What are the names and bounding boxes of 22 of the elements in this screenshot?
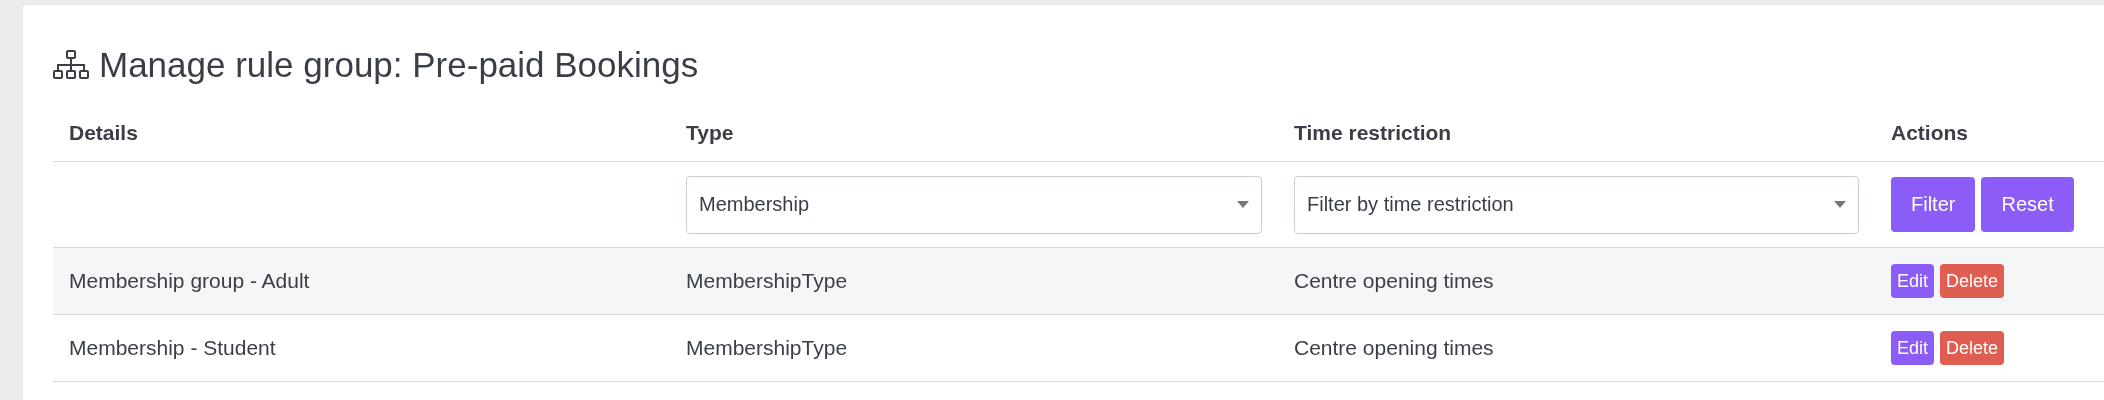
- edit-button[interactable]: Edit: [1891, 264, 1935, 298]
- table-cell: Membership group - Adult: [69, 269, 310, 293]
- column-header: Details: [69, 121, 138, 145]
- edit-button[interactable]: Edit: [1891, 331, 1935, 365]
- hierarchy-icon: [53, 50, 89, 80]
- column-header: Time restriction: [1294, 121, 1452, 145]
- caret-icon: [1237, 200, 1249, 209]
- type-select[interactable]: Membership: [686, 175, 1262, 234]
- table-cell: Centre opening times: [1294, 269, 1494, 293]
- column-header: Actions: [1891, 121, 1968, 145]
- filter-button[interactable]: Filter: [1891, 177, 1976, 232]
- delete-button[interactable]: Delete: [1940, 331, 2005, 365]
- table-cell: Centre opening times: [1294, 336, 1494, 360]
- page-title: Manage rule group: Pre-paid Bookings: [99, 45, 699, 85]
- delete-button[interactable]: Delete: [1940, 264, 2005, 298]
- caret-icon: [1834, 200, 1846, 209]
- time-restriction-select[interactable]: Filter by time restriction: [1294, 175, 1859, 234]
- table-cell: MembershipType: [686, 269, 848, 293]
- table-cell: Membership - Student: [69, 336, 276, 360]
- table-cell: MembershipType: [686, 336, 848, 360]
- column-header: Type: [686, 121, 734, 145]
- reset-button[interactable]: Reset: [1981, 177, 2074, 232]
